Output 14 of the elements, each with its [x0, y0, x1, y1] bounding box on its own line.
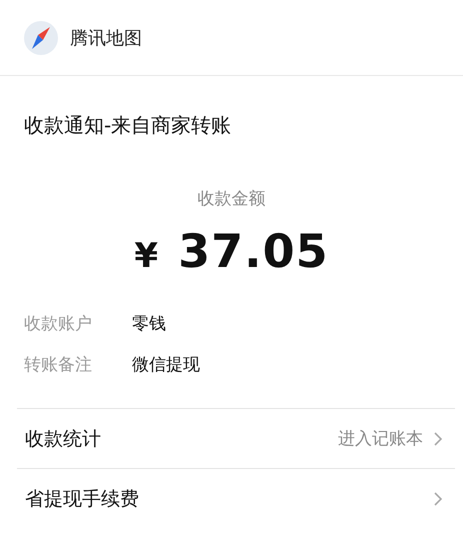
- chevron-icon: [433, 430, 443, 446]
- amount-label: 收款金额: [196, 188, 266, 210]
- notice-title: 收款通知-来自商家转账: [23, 112, 232, 139]
- currency-symbol: ¥: [134, 236, 158, 276]
- app-name: 腾讯地图: [70, 26, 142, 50]
- detail-value: 零钱: [132, 313, 166, 335]
- detail-value: 微信提现: [132, 354, 200, 376]
- detail-label: 收款账户: [24, 313, 92, 335]
- detail-label: 转账备注: [24, 354, 92, 376]
- chevron-icon: [433, 490, 443, 506]
- link-row[interactable]: 省提现手续费: [17, 468, 455, 528]
- link-row[interactable]: 收款统计 进入记账本: [17, 408, 455, 468]
- compass-logo-icon: [24, 20, 58, 54]
- amount-value: 37.05: [178, 224, 329, 278]
